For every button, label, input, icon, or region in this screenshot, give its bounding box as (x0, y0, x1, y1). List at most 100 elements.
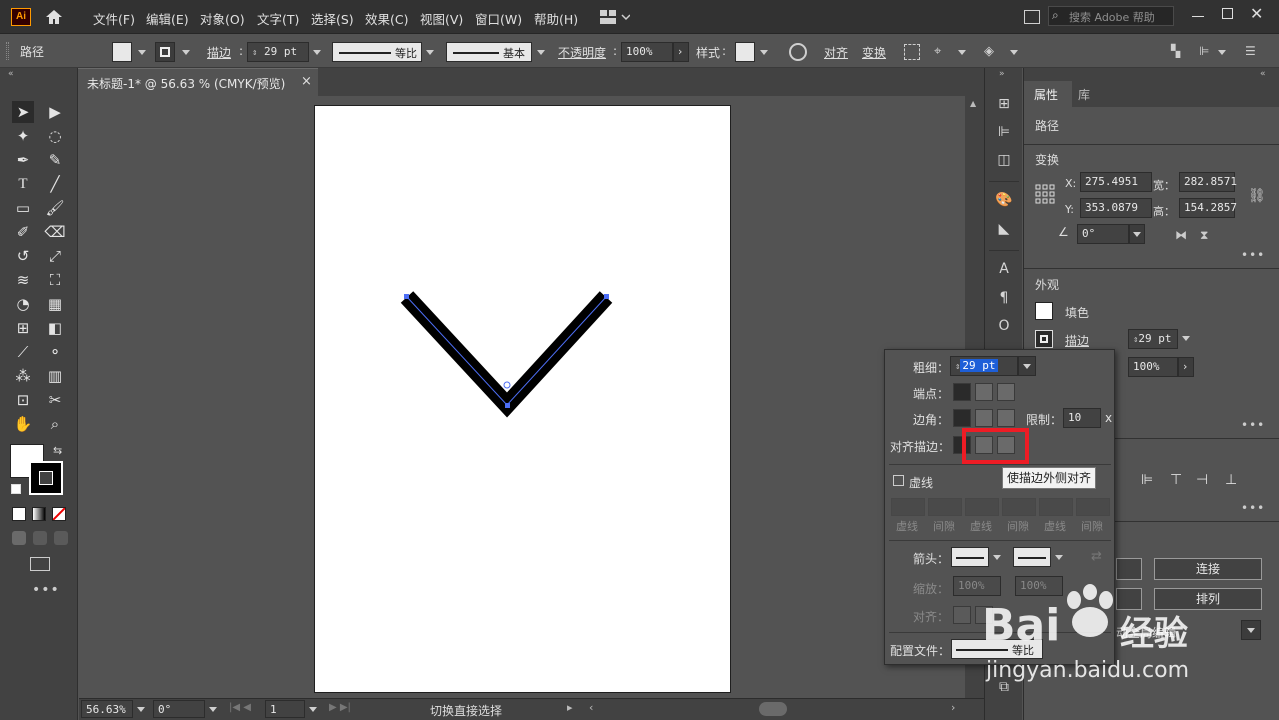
shape-dropdown-icon[interactable] (1010, 50, 1018, 55)
align-left-icon[interactable]: ⊫ (1141, 472, 1153, 488)
slice-tool-icon[interactable]: ✂ (44, 389, 66, 411)
angle-field[interactable]: 0° (1077, 224, 1129, 244)
puppet-warp-icon[interactable]: ⌖ (934, 44, 950, 60)
selection-tool-icon[interactable]: ➤ (12, 101, 34, 123)
width-field[interactable]: 282.8571 (1179, 172, 1237, 192)
grip-handle[interactable] (6, 42, 9, 60)
fill-dropdown-icon[interactable] (138, 50, 146, 55)
rotation-field[interactable]: 0° (153, 700, 205, 718)
align-middle-icon[interactable]: ⊣ (1196, 472, 1208, 488)
gap-field-2[interactable] (1002, 498, 1036, 516)
end-arrowhead-dropdown-icon[interactable] (1055, 555, 1063, 560)
fill-color-swatch[interactable] (112, 42, 132, 62)
align-panel-icon[interactable]: ⊫ (995, 123, 1013, 141)
rotate-tool-icon[interactable]: ↺ (12, 245, 34, 267)
edit-toolbar-icon[interactable]: ••• (32, 582, 60, 598)
menu-window[interactable]: 窗口(W) (475, 9, 522, 28)
magic-wand-tool-icon[interactable]: ✦ (12, 125, 34, 147)
more-options-icon[interactable]: ••• (1241, 248, 1265, 262)
hscroll-left-icon[interactable]: ‹ (589, 701, 593, 714)
variable-width-profile[interactable]: 等比 (332, 42, 422, 62)
tab-libraries[interactable]: 库 (1078, 86, 1090, 103)
rectangle-tool-icon[interactable]: ▭ (12, 197, 34, 219)
draw-behind-icon[interactable] (33, 531, 47, 545)
search-field[interactable]: ⌕ 搜索 Adobe 帮助 (1048, 6, 1174, 26)
arrange-documents-icon[interactable] (1024, 10, 1040, 24)
angle-dropdown[interactable] (1129, 224, 1145, 244)
hand-tool-icon[interactable]: ✋ (12, 413, 34, 435)
artboard[interactable] (314, 105, 731, 693)
status-arrow-icon[interactable]: ▸ (567, 701, 573, 714)
collapse-toolbar-icon[interactable]: « (8, 69, 14, 79)
color-mode-icon[interactable] (12, 507, 26, 521)
graphic-style-swatch[interactable] (735, 42, 755, 62)
zoom-tool-icon[interactable]: ⌕ (44, 413, 66, 435)
isolate-icon[interactable] (904, 44, 920, 60)
gap-field-3[interactable] (1076, 498, 1110, 516)
stroke-swatch-panel[interactable] (1035, 330, 1053, 348)
distribute-icon[interactable]: ▚ (1171, 44, 1185, 58)
lasso-tool-icon[interactable]: ◌ (44, 125, 66, 147)
menu-object[interactable]: 对象(O) (200, 9, 245, 28)
quick-action-button-1[interactable] (1116, 558, 1142, 580)
opacity-panel-arrow[interactable]: › (1178, 357, 1194, 377)
miter-join-icon[interactable] (953, 409, 971, 427)
weight-dropdown[interactable] (1018, 356, 1036, 376)
scale-tool-icon[interactable]: ⤢ (44, 245, 66, 267)
swap-arrowheads-icon[interactable]: ⇄ (1091, 549, 1102, 564)
bevel-join-icon[interactable] (997, 409, 1015, 427)
x-field[interactable]: 275.4951 (1080, 172, 1152, 192)
close-window-icon[interactable]: ✕ (1250, 4, 1266, 23)
flip-vertical-icon[interactable]: ⧗ (1200, 228, 1208, 243)
y-field[interactable]: 353.0879 (1080, 198, 1152, 218)
dash-field-1[interactable] (891, 498, 925, 516)
dash-field-2[interactable] (965, 498, 999, 516)
artboard-number-field[interactable]: 1 (265, 700, 305, 718)
zoom-dropdown-icon[interactable] (137, 707, 145, 712)
butt-cap-icon[interactable] (953, 383, 971, 401)
menu-view[interactable]: 视图(V) (420, 9, 463, 28)
color-guide-panel-icon[interactable]: 🎨 (995, 191, 1013, 209)
curvature-tool-icon[interactable]: ✎ (44, 149, 66, 171)
start-arrowhead-select[interactable] (951, 547, 989, 567)
dashed-checkbox[interactable] (893, 475, 904, 486)
hscroll-right-icon[interactable]: › (951, 701, 955, 714)
first-artboard-icon[interactable]: |◀ ◀ (229, 702, 251, 713)
weight-field[interactable]: ⇕ 29 pt (950, 356, 1018, 376)
home-icon[interactable] (44, 8, 64, 26)
zoom-field[interactable]: 56.63% (81, 700, 133, 718)
arrow-extend-icon[interactable] (953, 606, 971, 624)
character-panel-icon[interactable]: A (995, 260, 1013, 278)
swap-fill-stroke-icon[interactable]: ⇆ (53, 444, 62, 457)
transform-link[interactable]: 变换 (862, 44, 886, 61)
document-tab[interactable]: 未标题-1* @ 56.63 % (CMYK/预览) × (78, 68, 318, 96)
mesh-tool-icon[interactable]: ⊞ (12, 317, 34, 339)
paintbrush-tool-icon[interactable]: 🖌 (44, 197, 66, 219)
gradient-tool-icon[interactable]: ◧ (44, 317, 66, 339)
collapse-strip-icon[interactable]: » (999, 69, 1005, 79)
style-dropdown-icon[interactable] (760, 50, 768, 55)
stroke-weight-panel-field[interactable]: ⇕29 pt (1128, 329, 1178, 349)
global-edit-dropdown[interactable] (1241, 620, 1261, 640)
brush-dropdown-icon[interactable] (537, 50, 545, 55)
draw-inside-icon[interactable] (54, 531, 68, 545)
appearance-more-icon[interactable]: ••• (1241, 418, 1265, 432)
gradient-panel-icon[interactable]: ◣ (995, 220, 1013, 238)
stroke-color-swatch[interactable] (155, 42, 175, 62)
projecting-cap-icon[interactable] (997, 383, 1015, 401)
connect-button[interactable]: 连接 (1154, 558, 1262, 580)
stroke-swatch[interactable] (29, 461, 63, 495)
default-colors-icon[interactable] (11, 484, 21, 494)
artboard-dropdown-icon[interactable] (309, 707, 317, 712)
pen-tool-icon[interactable]: ✒ (12, 149, 34, 171)
column-graph-tool-icon[interactable]: ▥ (44, 365, 66, 387)
perspective-grid-tool-icon[interactable]: ▦ (44, 293, 66, 315)
scroll-up-icon[interactable]: ▲ (970, 99, 976, 108)
opentype-panel-icon[interactable]: O (995, 317, 1013, 335)
stroke-weight-dropdown-icon[interactable] (313, 50, 321, 55)
brush-definition[interactable]: 基本 (446, 42, 532, 62)
maximize-icon[interactable] (1222, 8, 1233, 19)
shape-builder-icon[interactable]: ◈ (984, 44, 1000, 60)
align-more-icon[interactable]: ••• (1241, 501, 1265, 515)
round-cap-icon[interactable] (975, 383, 993, 401)
